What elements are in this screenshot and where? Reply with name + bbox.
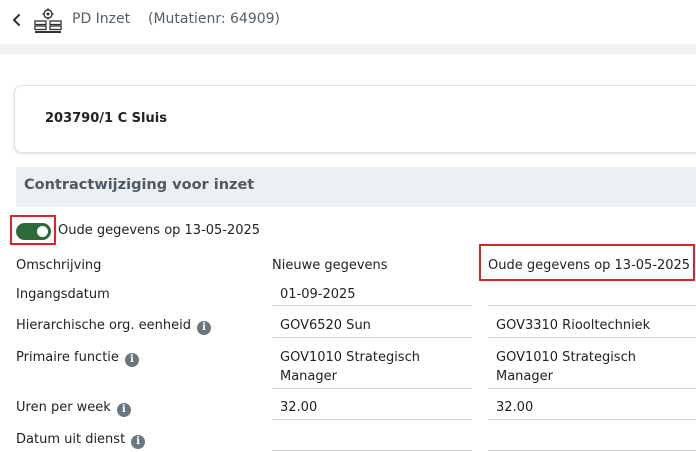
- row-label: Primaire functie i: [16, 350, 139, 367]
- info-icon[interactable]: i: [116, 403, 131, 417]
- row-label-text: Ingangsdatum: [16, 287, 110, 302]
- new-value: GOV6520 Sun: [280, 318, 371, 333]
- field-underline: [488, 388, 696, 389]
- row-label-text: Hierarchische org. eenheid: [16, 318, 191, 333]
- organization-gear-icon: [34, 8, 62, 34]
- field-underline: [272, 388, 472, 389]
- row-label: Ingangsdatum: [16, 287, 110, 302]
- col-header-new: Nieuwe gegevens: [272, 258, 388, 273]
- page-title: PD Inzet: [72, 11, 131, 27]
- toggle-label: Oude gegevens op 13-05-2025: [58, 223, 261, 238]
- field-underline: [272, 337, 472, 338]
- top-bar: PD Inzet (Mutatienr: 64909): [0, 0, 696, 44]
- info-icon[interactable]: i: [196, 321, 211, 335]
- info-icon[interactable]: i: [124, 353, 139, 367]
- field-underline: [272, 450, 472, 451]
- field-underline: [488, 305, 696, 306]
- row-label: Uren per week i: [16, 400, 131, 417]
- new-value: 01-09-2025: [280, 287, 356, 302]
- row-label-text: Datum uit dienst: [16, 432, 126, 447]
- field-underline: [488, 337, 696, 338]
- field-underline: [488, 419, 696, 420]
- section-title: Contractwijziging voor inzet: [24, 177, 255, 193]
- field-underline: [272, 305, 472, 306]
- header-separator: [0, 44, 696, 54]
- new-value: GOV1010 Strategisch Manager: [280, 350, 420, 384]
- info-icon[interactable]: i: [131, 435, 146, 449]
- row-label-text: Uren per week: [16, 400, 111, 415]
- person-name: 203790/1 C Sluis: [45, 111, 167, 126]
- old-value: 32.00: [496, 400, 534, 415]
- row-label: Hierarchische org. eenheid i: [16, 318, 211, 335]
- row-label: Datum uit dienst i: [16, 432, 146, 449]
- old-value: GOV1010 Strategisch Manager: [496, 350, 636, 384]
- field-underline: [272, 419, 472, 420]
- old-data-toggle[interactable]: [16, 223, 51, 240]
- col-header-old: Oude gegevens op 13-05-2025: [488, 258, 691, 273]
- section-header: Contractwijziging voor inzet: [16, 167, 696, 207]
- old-value: GOV3310 Riooltechniek: [496, 318, 651, 333]
- col-header-description: Omschrijving: [16, 258, 102, 273]
- person-card: 203790/1 C Sluis: [14, 85, 696, 153]
- toggle-knob: [37, 226, 48, 237]
- row-label-text: Primaire functie: [16, 350, 119, 365]
- new-value: 32.00: [280, 400, 318, 415]
- field-underline: [488, 450, 696, 451]
- back-chevron-icon[interactable]: [10, 10, 24, 30]
- mutation-number: (Mutatienr: 64909): [148, 11, 281, 27]
